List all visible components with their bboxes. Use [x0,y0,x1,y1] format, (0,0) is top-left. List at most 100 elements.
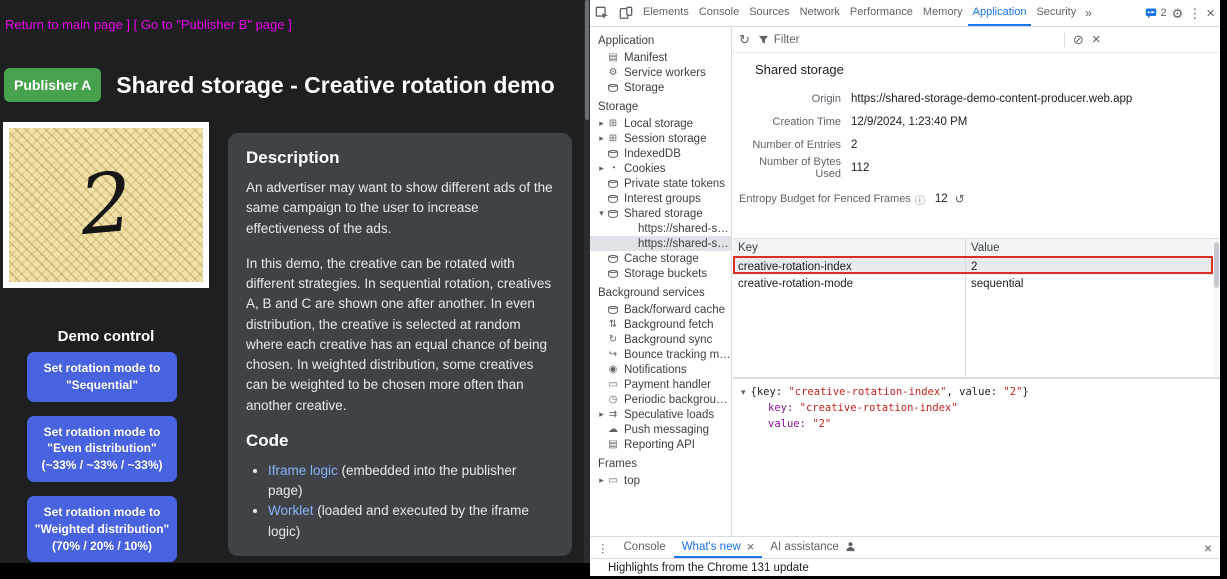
sidebar-item[interactable]: Background fetch [590,317,731,332]
metadata-value: 112 [851,162,869,174]
devtools-tab[interactable]: Performance [845,0,918,26]
metadata-row: Number of Bytes Used 112 [733,156,1220,179]
preview-text: {key: [751,386,789,398]
devtools-tab[interactable]: Memory [918,0,968,26]
tree-item-icon [607,133,619,145]
tree-item-icon [607,178,619,190]
sidebar-item[interactable]: Back/forward cache [590,302,731,317]
code-link[interactable]: Iframe logic [268,463,338,478]
sidebar-item[interactable]: Storage [590,80,731,95]
drawer-kebab-icon[interactable]: ⋮ [590,537,616,558]
tree-item-icon [607,364,619,376]
devtools-tab[interactable]: Network [795,0,845,26]
sidebar-item[interactable]: Private state tokens [590,176,731,191]
table-scrollbar[interactable] [1213,239,1220,378]
sidebar-item[interactable]: Service workers [590,65,731,80]
devtools-tab[interactable]: Console [694,0,744,26]
publisher-nav-links[interactable]: Return to main page ] [ Go to "Publisher… [5,17,292,32]
devtools-tab[interactable]: Elements [638,0,694,26]
table-row[interactable]: creative-rotation-index 2 [733,258,1220,275]
sidebar-item-label: Private state tokens [624,178,725,190]
description-card: Description An advertiser may want to sh… [228,133,572,556]
sidebar-item[interactable]: Interest groups [590,191,731,206]
sidebar-item[interactable]: Background sync [590,332,731,347]
code-list: Iframe logic (embedded into the publishe… [246,461,554,542]
issues-counter[interactable]: 2 [1145,7,1166,19]
devtools-tab[interactable]: Sources [744,0,794,26]
rotation-mode-buttons: Set rotation mode to "Sequential" Set ro… [27,352,177,562]
sidebar-item-label: Cookies [624,163,666,175]
tree-item-icon [607,409,619,421]
sidebar-item[interactable]: IndexedDB [590,146,731,161]
sidebar-item[interactable]: Periodic backgroun… [590,392,731,407]
sidebar-item[interactable]: Speculative loads [590,407,731,422]
sidebar-item[interactable]: Bounce tracking miti… [590,347,731,362]
delete-selected-icon[interactable]: × [1092,32,1101,47]
table-row[interactable]: creative-rotation-mode sequential [733,275,1220,292]
table-scrollbar-thumb[interactable] [1214,242,1219,288]
close-devtools-icon[interactable]: × [1206,6,1215,21]
inspect-element-icon[interactable] [590,0,614,26]
sidebar-item[interactable]: Notifications [590,362,731,377]
close-tab-icon[interactable]: × [747,539,755,554]
reset-budget-icon[interactable]: ↺ [955,192,965,206]
kebab-menu-icon[interactable]: ⋮ [1188,7,1201,20]
whats-new-headline: Highlights from the Chrome 131 update [608,562,809,574]
rotation-mode-button[interactable]: Set rotation mode to "Even distribution"… [27,416,177,482]
expand-arrow-icon[interactable]: ▾ [741,387,746,397]
sidebar-item[interactable]: Push messaging [590,422,731,437]
metadata-label: Number of Entries [733,139,841,151]
disclosure-arrow-icon [596,118,607,129]
sidebar-item[interactable]: Cookies [590,161,731,176]
tree-item-icon [607,163,619,175]
settings-gear-icon[interactable]: ⚙ [1172,7,1184,20]
devtools-tab[interactable]: Application [968,0,1032,26]
toolbar-separator [1064,33,1065,47]
clear-all-icon[interactable]: ⊘ [1073,33,1084,46]
refresh-icon[interactable]: ↻ [739,33,750,46]
ad-creative[interactable]: 2 [3,122,209,288]
issues-icon [1145,7,1157,19]
tree-item-icon [607,253,619,265]
tree-item-icon [607,424,619,436]
drawer-tab-ai-assistance[interactable]: AI assistance [762,537,863,558]
info-icon[interactable]: ⓘ [915,192,925,207]
sidebar-item[interactable]: Payment handler [590,377,731,392]
sidebar-item-label: Local storage [624,118,693,130]
sidebar-item[interactable]: Storage buckets [590,266,731,281]
drawer-tab-whats-new[interactable]: What's new × [674,537,763,558]
cell-value: sequential [965,278,1023,290]
page-header: Publisher A Shared storage - Creative ro… [4,68,582,102]
sidebar-section-storage: Storage [590,95,731,116]
sidebar-item[interactable]: https://shared-storage… [590,236,731,251]
sidebar-item[interactable]: https://shared-storage… [590,221,731,236]
sidebar-item-label: Periodic backgroun… [624,394,731,406]
sidebar-item[interactable]: Cache storage [590,251,731,266]
drawer-tab-console[interactable]: Console [616,537,674,558]
filter-input[interactable]: Filter [758,34,1008,46]
tree-item-icon [607,394,619,406]
more-tabs-icon[interactable]: » [1081,0,1096,26]
sidebar-item-label: Notifications [624,364,687,376]
rotation-mode-button[interactable]: Set rotation mode to "Weighted distribut… [27,496,177,562]
sidebar-item[interactable]: Local storage [590,116,731,131]
metadata-row: Number of Entries 2 [733,133,1220,156]
cell-key: creative-rotation-mode [733,278,965,290]
page-scrollbar-thumb[interactable] [585,0,589,120]
rotation-mode-button[interactable]: Set rotation mode to "Sequential" [27,352,177,402]
close-drawer-icon[interactable]: × [1196,537,1220,558]
code-link[interactable]: Worklet [268,503,314,518]
device-toolbar-icon[interactable] [614,0,638,26]
storage-toolbar: ↻ Filter ⊘ × [733,27,1220,53]
sidebar-item[interactable]: top [590,473,731,488]
sidebar-item-label: Back/forward cache [624,304,725,316]
sidebar-item[interactable]: Session storage [590,131,731,146]
sidebar-item-label: top [624,475,640,487]
devtools-tab[interactable]: Security [1031,0,1081,26]
shared-storage-panel: ↻ Filter ⊘ × Shared storage Origin https… [733,27,1220,536]
sidebar-item[interactable]: Reporting API [590,437,731,452]
column-divider[interactable] [965,239,966,378]
sidebar-item[interactable]: Shared storage [590,206,731,221]
sidebar-item[interactable]: Manifest [590,50,731,65]
description-paragraph-1: An advertiser may want to show different… [246,178,554,239]
